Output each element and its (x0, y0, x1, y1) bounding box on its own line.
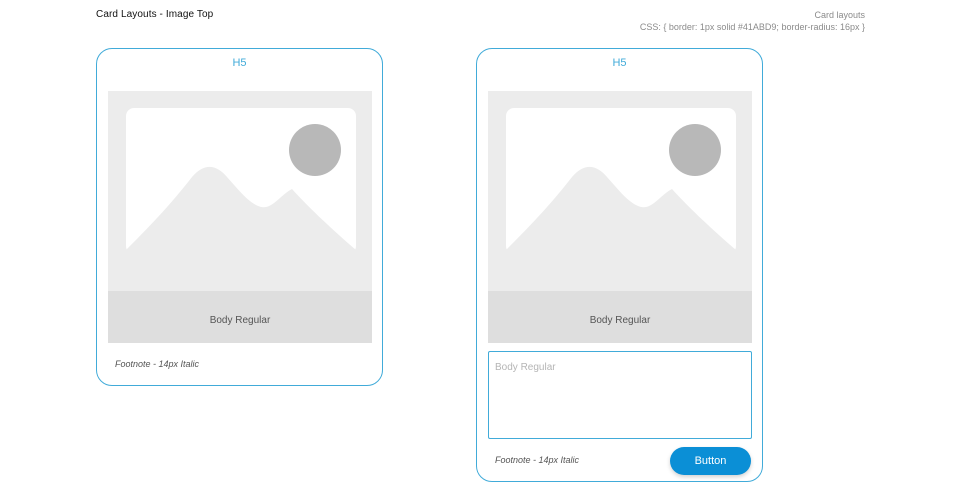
card-footnote: Footnote - 14px Italic (495, 455, 580, 465)
body-textarea[interactable]: Body Regular (488, 351, 752, 439)
image-caption: Body Regular (209, 315, 271, 326)
image-caption-band: Body Regular (108, 291, 372, 343)
image-caption: Body Regular (589, 315, 651, 326)
page-title: Card Layouts - Image Top (96, 9, 214, 20)
spec-line-1: Card layouts (814, 10, 865, 20)
card-title: H5 (612, 57, 627, 69)
textarea-placeholder: Body Regular (495, 362, 556, 373)
card-image-top: H5 Body Regular Footnote - 14px Italic (96, 48, 383, 386)
spec-line-2: CSS: { border: 1px solid #41ABD9; border… (639, 22, 865, 32)
card-image: Body Regular (488, 91, 752, 343)
card-footnote: Footnote - 14px Italic (115, 359, 200, 369)
card-title: H5 (232, 57, 247, 69)
spec-note: Card layouts CSS: { border: 1px solid #4… (640, 9, 865, 33)
card-image: Body Regular (108, 91, 372, 343)
card-image-top-with-input: H5 Body Regular Body Regular Footnote - … (476, 48, 763, 482)
image-caption-band: Body Regular (488, 291, 752, 343)
primary-button[interactable]: Button (670, 447, 751, 475)
